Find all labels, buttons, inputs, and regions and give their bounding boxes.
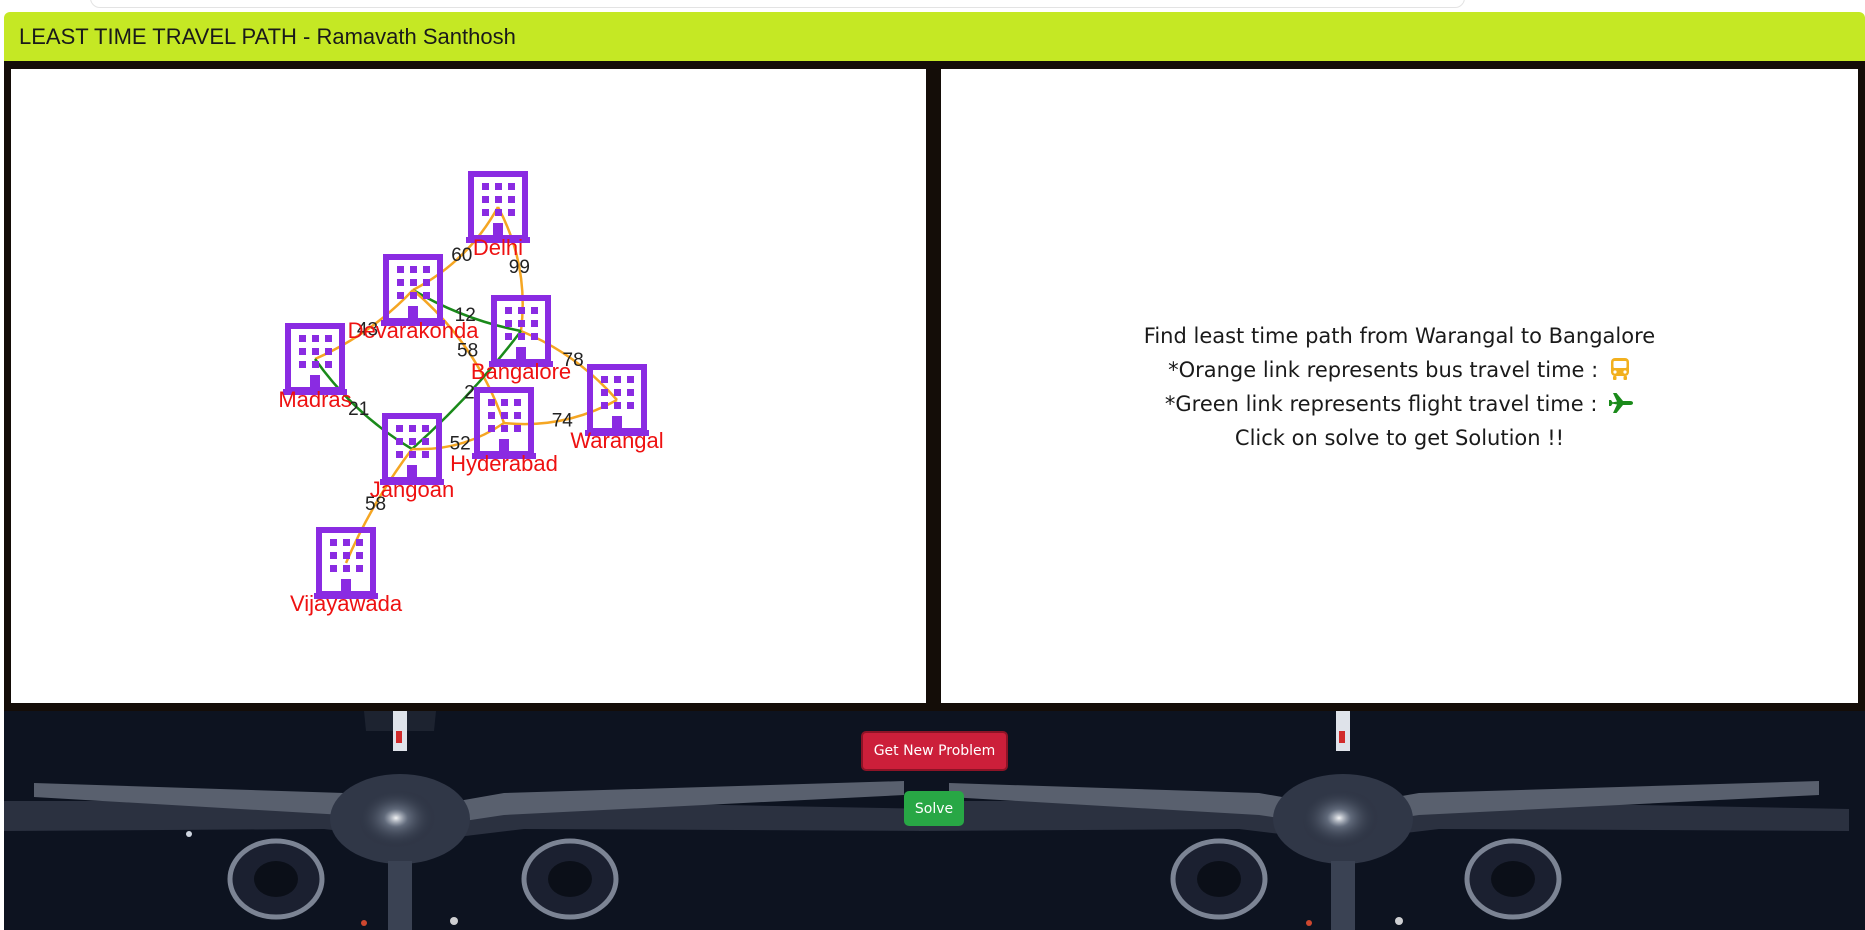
building-icon: [314, 527, 378, 599]
edge-weight-devarakonda-delhi: 60: [451, 245, 472, 266]
graph-panel: 60 99 43 12 78 58 2 21 74 52 58 Delhi Devarakonda Ban…: [11, 69, 926, 703]
city-label-hyderabad: Hyderabad: [450, 451, 558, 476]
page-title: LEAST TIME TRAVEL PATH - Ramavath Santho…: [19, 24, 516, 49]
solve-hint: Click on solve to get Solution !!: [1234, 426, 1565, 450]
plane-icon: [1609, 393, 1634, 413]
app-header: LEAST TIME TRAVEL PATH - Ramavath Santho…: [4, 12, 1865, 61]
city-graph: 609943127858221745258DelhiDevarakondaBan…: [278, 171, 664, 616]
edge-weight-delhi-bangalore: 99: [509, 257, 530, 278]
city-label-madras: Madras: [278, 387, 351, 412]
city-label-vijayawada: Vijayawada: [290, 591, 403, 616]
city-label-devarakonda: Devarakonda: [348, 318, 480, 343]
city-label-warangal: Warangal: [570, 428, 663, 453]
solve-button[interactable]: Solve: [904, 791, 964, 826]
city-label-jangoan: Jangoan: [370, 477, 454, 502]
browser-top-strip: [0, 0, 1865, 12]
city-label-delhi: Delhi: [473, 235, 523, 260]
info-panel: Find least time path from Warangal to Ba…: [941, 69, 1858, 703]
flight-legend: *Green link represents flight travel tim…: [941, 387, 1858, 421]
browser-tab-outline: [90, 0, 1465, 8]
get-new-problem-button[interactable]: Get New Problem: [861, 731, 1008, 771]
edge-weight-jangoan-bangalore: 2: [464, 383, 475, 404]
airplane-image-right: [919, 711, 1849, 930]
city-vijayawada[interactable]: [314, 527, 378, 599]
bus-icon: [1610, 358, 1629, 380]
airplane-image-left: [4, 711, 934, 930]
bus-legend: *Orange link represents bus travel time …: [941, 353, 1858, 387]
bus-legend-text: *Orange link represents bus travel time …: [1168, 358, 1599, 382]
flight-legend-text: *Green link represents flight travel tim…: [1164, 392, 1598, 416]
instructions: Find least time path from Warangal to Ba…: [941, 319, 1858, 455]
city-label-bangalore: Bangalore: [471, 359, 571, 384]
problem-statement: Find least time path from Warangal to Ba…: [1143, 324, 1656, 348]
